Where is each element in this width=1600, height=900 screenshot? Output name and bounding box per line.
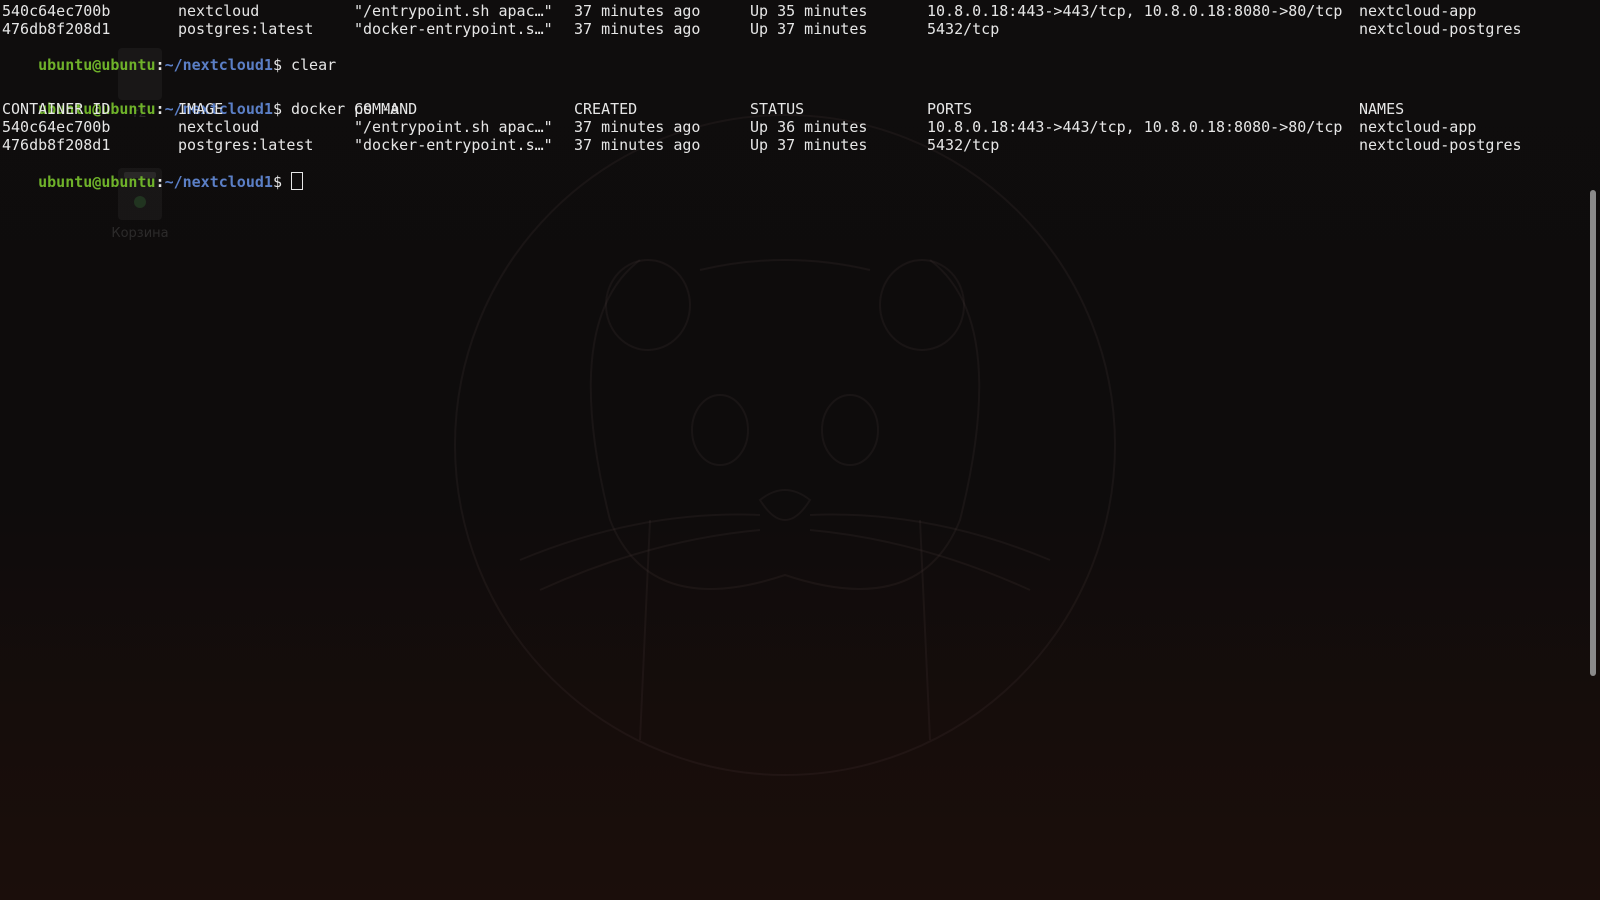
container-name: nextcloud-postgres	[1359, 20, 1522, 38]
prompt-user: ubuntu@ubuntu	[38, 56, 156, 74]
terminal-output[interactable]: 540c64ec700b nextcloud "/entrypoint.sh a…	[0, 0, 1556, 900]
container-id: 540c64ec700b	[2, 2, 111, 20]
prompt-separator: :	[155, 100, 165, 118]
prompt-path: ~/nextcloud1	[164, 56, 273, 74]
table-row: 476db8f208d1 postgres:latest "docker-ent…	[2, 20, 1522, 38]
status-text: Up 35 minutes	[750, 2, 868, 20]
prompt-symbol: $	[272, 56, 291, 74]
prompt-line: ubuntu@ubuntu:~/nextcloud1$ clear	[2, 38, 336, 74]
prompt-line: ubuntu@ubuntu:~/nextcloud1$ docker ps -a	[2, 82, 399, 118]
prompt-separator: :	[155, 56, 165, 74]
header-command: COMMAND	[354, 100, 418, 118]
header-names: NAMES	[1359, 100, 1405, 118]
created-text: 37 minutes ago	[574, 2, 701, 20]
scrollbar-thumb[interactable]	[1590, 190, 1596, 676]
container-name: nextcloud-app	[1359, 118, 1477, 136]
command-text: "/entrypoint.sh apac…"	[354, 2, 553, 20]
prompt-path: ~/nextcloud1	[164, 173, 273, 191]
image-name: postgres:latest	[178, 20, 314, 38]
table-row: 540c64ec700b nextcloud "/entrypoint.sh a…	[2, 118, 1476, 136]
table-header: CONTAINER ID IMAGE COMMAND CREATED STATU…	[2, 100, 1404, 118]
header-image: IMAGE	[178, 100, 224, 118]
created-text: 37 minutes ago	[574, 118, 701, 136]
image-name: nextcloud	[178, 2, 260, 20]
prompt-user: ubuntu@ubuntu	[38, 173, 156, 191]
command-text: "docker-entrypoint.s…"	[354, 136, 553, 154]
header-created: CREATED	[574, 100, 638, 118]
ports-text: 5432/tcp	[927, 136, 1000, 154]
prompt-symbol: $	[272, 100, 291, 118]
ports-text: 5432/tcp	[927, 20, 1000, 38]
header-container-id: CONTAINER ID	[2, 100, 111, 118]
text-cursor[interactable]	[291, 172, 303, 190]
header-status: STATUS	[750, 100, 805, 118]
status-text: Up 37 minutes	[750, 20, 868, 38]
table-row: 476db8f208d1 postgres:latest "docker-ent…	[2, 136, 1522, 154]
command-text: "/entrypoint.sh apac…"	[354, 118, 553, 136]
ports-text: 10.8.0.18:443->443/tcp, 10.8.0.18:8080->…	[927, 118, 1343, 136]
container-name: nextcloud-postgres	[1359, 136, 1522, 154]
container-id: 476db8f208d1	[2, 136, 111, 154]
prompt-line[interactable]: ubuntu@ubuntu:~/nextcloud1$	[2, 154, 303, 191]
prompt-symbol: $	[272, 173, 291, 191]
container-id: 476db8f208d1	[2, 20, 111, 38]
header-ports: PORTS	[927, 100, 973, 118]
status-text: Up 37 minutes	[750, 136, 868, 154]
terminal-scrollbar[interactable]	[1588, 0, 1600, 900]
created-text: 37 minutes ago	[574, 20, 701, 38]
table-row: 540c64ec700b nextcloud "/entrypoint.sh a…	[2, 2, 1476, 20]
image-name: nextcloud	[178, 118, 260, 136]
container-name: nextcloud-app	[1359, 2, 1477, 20]
prompt-separator: :	[155, 173, 165, 191]
ports-text: 10.8.0.18:443->443/tcp, 10.8.0.18:8080->…	[927, 2, 1343, 20]
container-id: 540c64ec700b	[2, 118, 111, 136]
created-text: 37 minutes ago	[574, 136, 701, 154]
image-name: postgres:latest	[178, 136, 314, 154]
command-text: "docker-entrypoint.s…"	[354, 20, 553, 38]
status-text: Up 36 minutes	[750, 118, 868, 136]
command-input: clear	[291, 56, 337, 74]
